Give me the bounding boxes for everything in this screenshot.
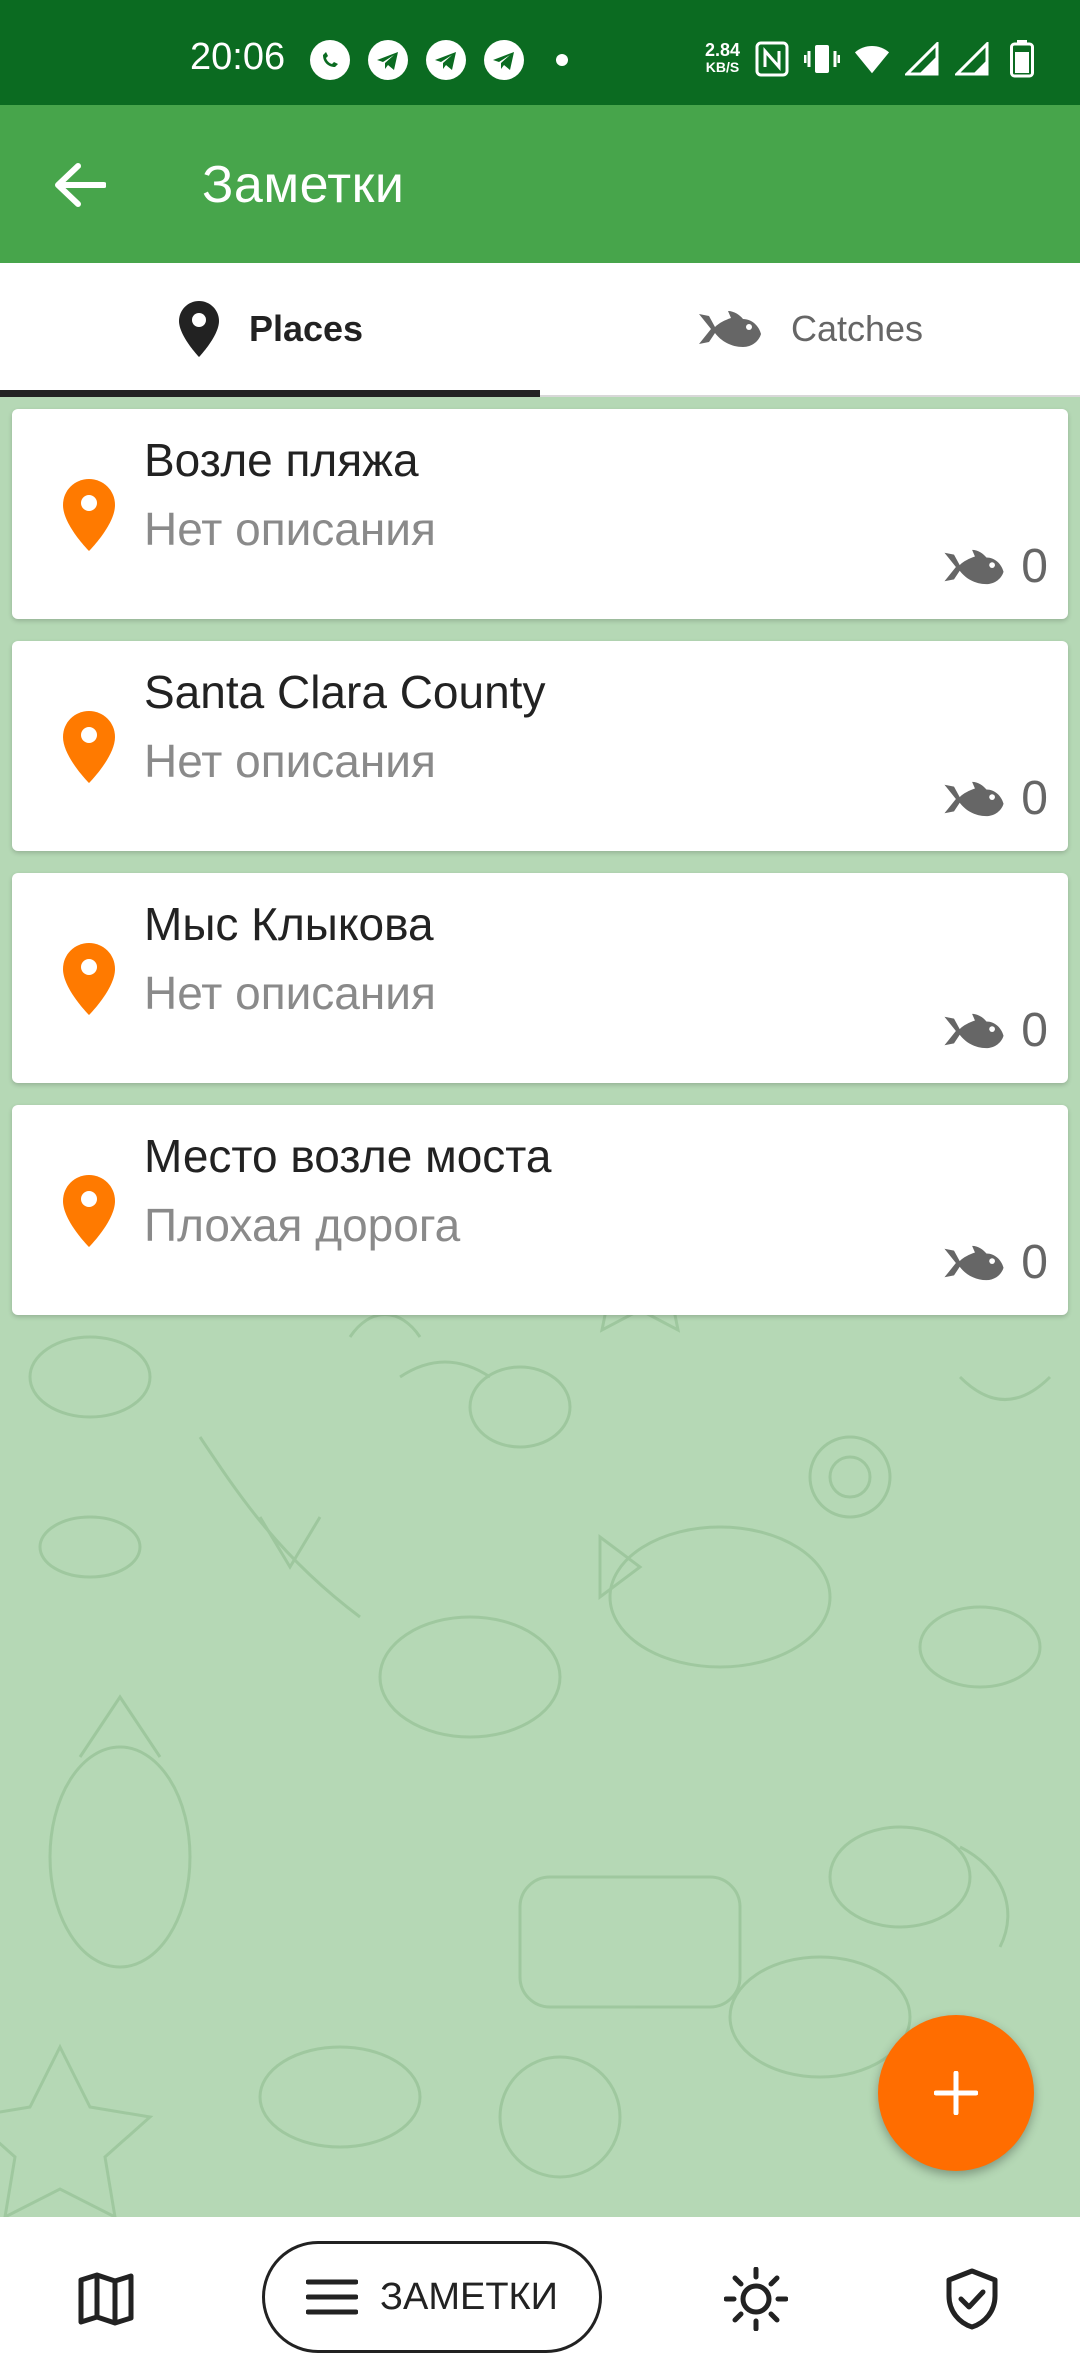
nav-notes-label: ЗАМЕТКИ [380,2275,558,2318]
nav-notes[interactable]: ЗАМЕТКИ [262,2241,602,2353]
fish-icon [944,781,1004,816]
tab-bar: Places Catches [0,263,1080,397]
catch-count-value: 0 [1021,540,1048,593]
place-description: Плохая дорога [144,1199,461,1251]
list-item[interactable]: Мыс Клыкова Нет описания 0 [12,873,1068,1083]
page-title: Заметки [202,156,405,214]
nav-protection[interactable] [932,2259,1012,2339]
nfc-icon [754,40,790,78]
location-pin-icon [63,1175,115,1247]
location-pin-icon [63,943,115,1015]
location-pin-icon [63,479,115,551]
tab-catches[interactable]: Catches [540,263,1080,395]
location-pin-icon [63,711,115,783]
menu-icon [306,2279,359,2315]
wifi-icon [854,40,890,78]
map-icon [78,2272,134,2326]
system-icons: 2.84 KB/S [705,40,1040,78]
notification-icons [310,40,568,80]
place-description: Нет описания [144,967,436,1019]
arrow-back-icon [55,163,106,207]
catch-count: 0 [941,771,1048,826]
fish-icon [698,311,761,347]
catch-count-value: 0 [1021,1236,1048,1289]
battery-icon [1004,40,1040,78]
place-description: Нет описания [144,503,436,555]
nav-weather[interactable] [716,2259,796,2339]
shield-check-icon [946,2268,998,2330]
status-bar: 20:06 2.84 KB/S [0,0,1080,105]
place-title: Возле пляжа [144,434,419,486]
whatsapp-icon [310,40,350,80]
catch-count: 0 [941,1235,1048,1290]
catch-count: 0 [941,539,1048,594]
place-title: Мыс Клыкова [144,898,434,950]
pin-icon [178,301,219,357]
list-item[interactable]: Место возле моста Плохая дорога 0 [12,1105,1068,1315]
places-list: Возле пляжа Нет описания 0 Santa Clara C… [12,409,1068,1337]
signal-icon [904,40,940,78]
signal-icon [954,40,990,78]
list-item[interactable]: Santa Clara County Нет описания 0 [12,641,1068,851]
place-title: Место возле моста [144,1130,552,1182]
telegram-icon [368,40,408,80]
weather-icon [724,2267,788,2331]
catch-count-value: 0 [1021,1004,1048,1057]
app-bar: Заметки [0,105,1080,263]
place-title: Santa Clara County [144,666,546,718]
fish-icon [944,549,1004,584]
net-speed-value: 2.84 [704,40,740,60]
net-speed-unit: KB/S [705,59,740,75]
bottom-navigation: ЗАМЕТКИ [0,2217,1080,2376]
list-item[interactable]: Возле пляжа Нет описания 0 [12,409,1068,619]
net-speed: 2.84 KB/S [704,40,740,76]
back-button[interactable] [40,150,120,220]
place-description: Нет описания [144,735,436,787]
tab-places[interactable]: Places [0,263,540,397]
catch-count: 0 [941,1003,1048,1058]
status-time: 20:06 [190,36,286,78]
fish-icon [944,1245,1004,1280]
dot-icon [556,54,568,66]
catch-count-value: 0 [1021,772,1048,825]
vibrate-icon [804,40,840,78]
add-place-button[interactable] [878,2015,1034,2171]
tab-catches-label: Catches [790,308,924,349]
fish-icon [944,1013,1004,1048]
tab-places-label: Places [248,308,364,349]
nav-map[interactable] [66,2259,146,2339]
telegram-icon [426,40,466,80]
plus-icon [934,2071,978,2115]
telegram-icon [484,40,524,80]
